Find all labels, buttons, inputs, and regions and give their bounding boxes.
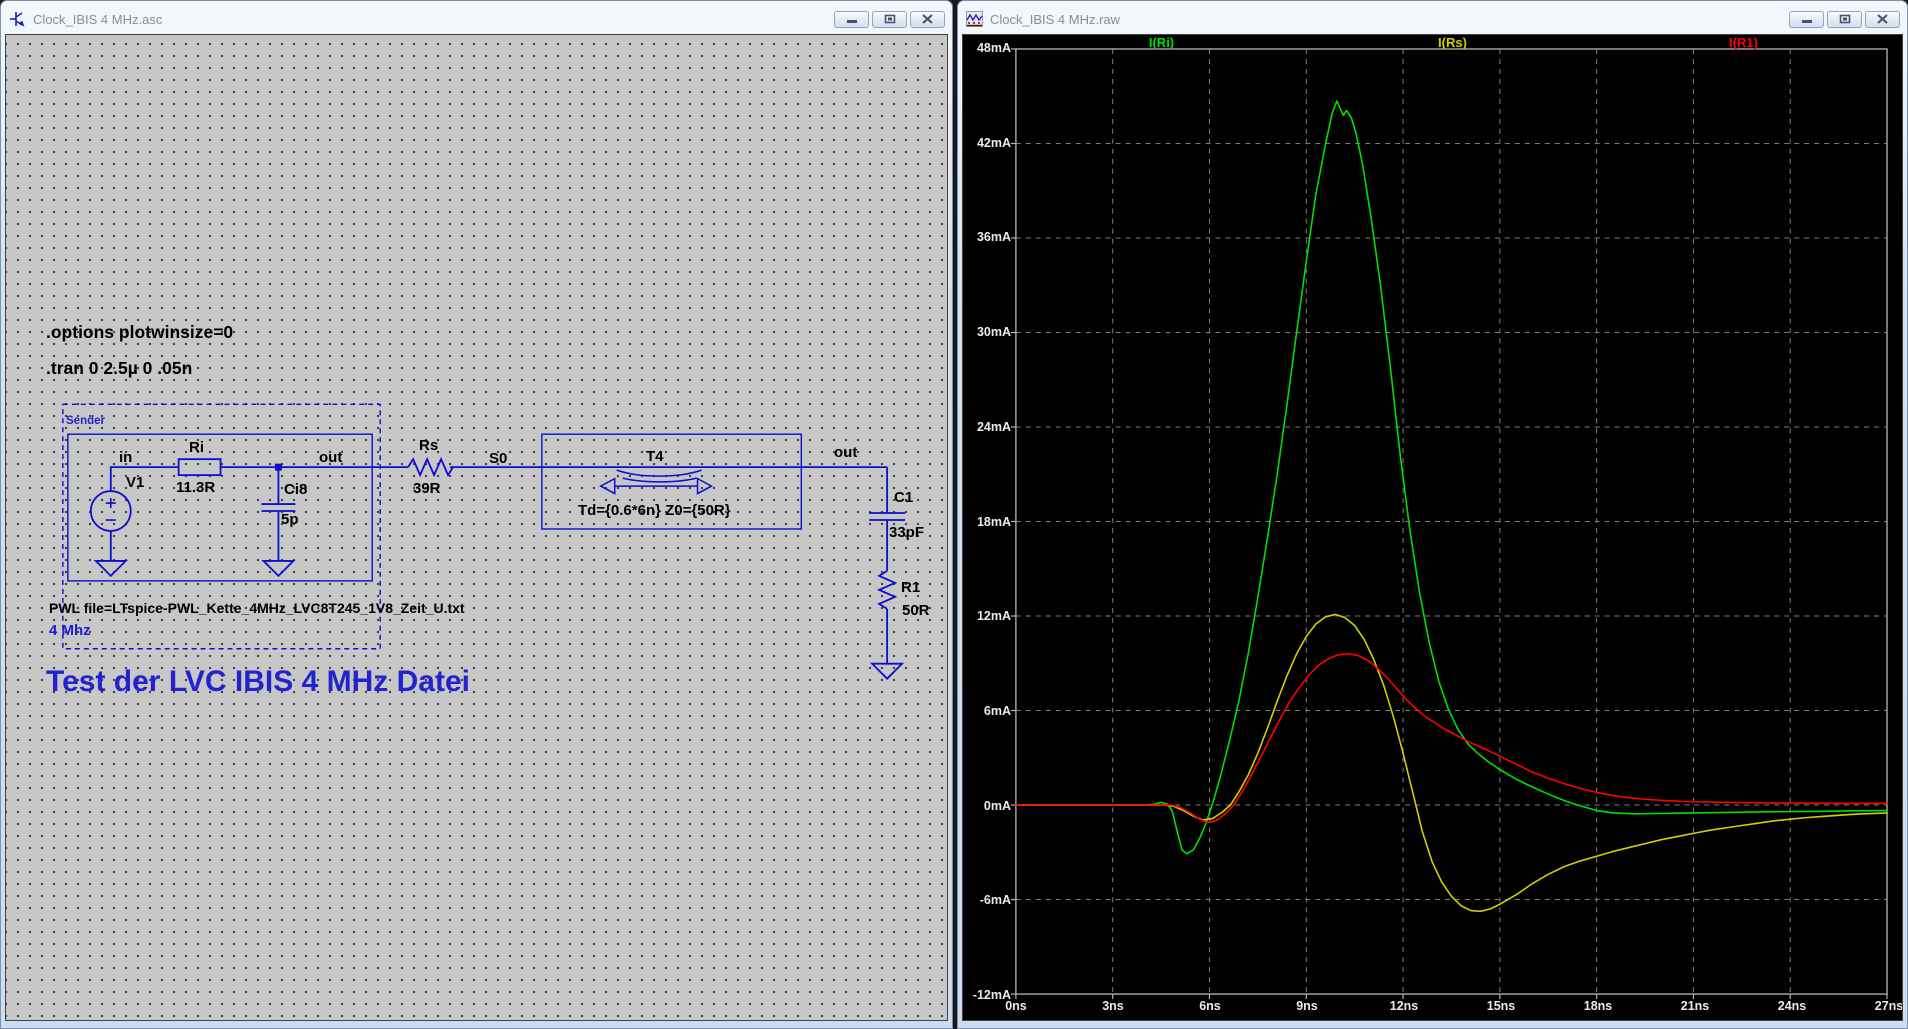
legend-trace-label[interactable]: I(Ri) bbox=[1122, 35, 1202, 50]
component-value-r1[interactable]: 50R bbox=[902, 602, 930, 620]
wire-junction bbox=[274, 463, 282, 471]
waveform-doc-icon bbox=[965, 10, 983, 28]
maximize-button[interactable] bbox=[1827, 10, 1862, 28]
component-params-t4[interactable]: Td={0.6*6n} Z0={50R} bbox=[578, 502, 731, 520]
schematic-doc-icon bbox=[8, 10, 26, 28]
waveform-window-titlebar[interactable]: Clock_IBIS 4 MHz.raw bbox=[965, 6, 1900, 32]
frequency-comment[interactable]: 4 Mhz bbox=[49, 622, 91, 640]
maximize-button[interactable] bbox=[872, 10, 907, 28]
window-title: Clock_IBIS 4 MHz.asc bbox=[33, 11, 163, 27]
pwl-file-comment[interactable]: PWL file=LTspice-PWL_Kette_4MHz_LVC8T245… bbox=[49, 600, 465, 616]
schematic-caption[interactable]: Test der LVC IBIS 4 MHz Datei bbox=[46, 665, 470, 698]
component-name-ci8[interactable]: Ci8 bbox=[284, 481, 307, 499]
component-value-c1[interactable]: 33pF bbox=[889, 524, 924, 542]
minimize-icon bbox=[846, 19, 857, 23]
resistor-ri[interactable] bbox=[177, 458, 222, 477]
wires[interactable] bbox=[109, 466, 889, 664]
net-label-s0[interactable]: S0 bbox=[489, 450, 507, 468]
maximize-icon bbox=[1839, 14, 1850, 24]
net-label-out2[interactable]: out bbox=[834, 444, 857, 462]
waveform-window: Clock_IBIS 4 MHz.raw 48mA 42mA 36mA 30mA 24m… bbox=[957, 0, 1908, 1029]
window-controls bbox=[834, 10, 945, 28]
minimize-icon bbox=[1801, 19, 1812, 23]
mdi-workspace: Clock_IBIS 4 MHz.asc .options plotwinsiz… bbox=[0, 0, 1908, 1029]
legend-trace-label[interactable]: I(Rs) bbox=[1413, 35, 1493, 50]
schematic-drawing bbox=[62, 403, 906, 680]
resistor-rs[interactable] bbox=[407, 456, 454, 478]
component-name-v1[interactable]: V1 bbox=[126, 474, 144, 492]
close-button[interactable] bbox=[1865, 10, 1900, 28]
capacitor-c1[interactable] bbox=[869, 512, 906, 521]
sender-box-label[interactable]: Sender bbox=[66, 415, 105, 428]
schematic-canvas[interactable]: .options plotwinsize=0 .tran 0 2.5µ 0 .0… bbox=[5, 34, 948, 1021]
ground-symbol-r1[interactable] bbox=[869, 662, 905, 680]
window-title: Clock_IBIS 4 MHz.raw bbox=[990, 11, 1121, 27]
component-name-r1[interactable]: R1 bbox=[901, 579, 920, 597]
legend-trace-label[interactable]: I(R1) bbox=[1704, 35, 1784, 50]
spice-directive[interactable]: .options plotwinsize=0 bbox=[46, 322, 233, 342]
ground-symbol-ci8[interactable] bbox=[261, 560, 296, 578]
component-value-ci8[interactable]: 5p bbox=[281, 511, 299, 529]
minimize-button[interactable] bbox=[834, 10, 869, 28]
component-name-c1[interactable]: C1 bbox=[894, 489, 913, 507]
component-name-rs[interactable]: Rs bbox=[419, 437, 438, 455]
component-value-rs[interactable]: 39R bbox=[413, 480, 441, 498]
component-value-ri[interactable]: 11.3R bbox=[176, 479, 215, 497]
spice-directive[interactable]: .tran 0 2.5µ 0 .05n bbox=[46, 358, 192, 378]
schematic-window: Clock_IBIS 4 MHz.asc .options plotwinsiz… bbox=[0, 0, 953, 1029]
ground-symbol-v1[interactable] bbox=[93, 560, 128, 578]
component-name-t4[interactable]: T4 bbox=[646, 448, 664, 466]
close-icon bbox=[1877, 14, 1888, 24]
capacitor-ci8[interactable] bbox=[261, 503, 296, 512]
close-button[interactable] bbox=[910, 10, 945, 28]
close-icon bbox=[922, 14, 933, 24]
schematic-window-titlebar[interactable]: Clock_IBIS 4 MHz.asc bbox=[8, 6, 945, 32]
trace-legend: I(Ri) I(Rs) I(R1) bbox=[963, 35, 1902, 1020]
waveform-plot-canvas[interactable]: 48mA 42mA 36mA 30mA 24mA 18mA 12mA 6mA 0mA -6mA -1… bbox=[962, 34, 1903, 1021]
voltage-source-v1[interactable] bbox=[89, 490, 132, 532]
net-label-out[interactable]: out bbox=[319, 449, 342, 467]
maximize-icon bbox=[884, 14, 895, 24]
minimize-button[interactable] bbox=[1789, 10, 1824, 28]
window-controls bbox=[1789, 10, 1900, 28]
resistor-r1[interactable] bbox=[876, 570, 898, 610]
component-name-ri[interactable]: Ri bbox=[189, 439, 204, 457]
net-label-in[interactable]: in bbox=[119, 449, 132, 467]
